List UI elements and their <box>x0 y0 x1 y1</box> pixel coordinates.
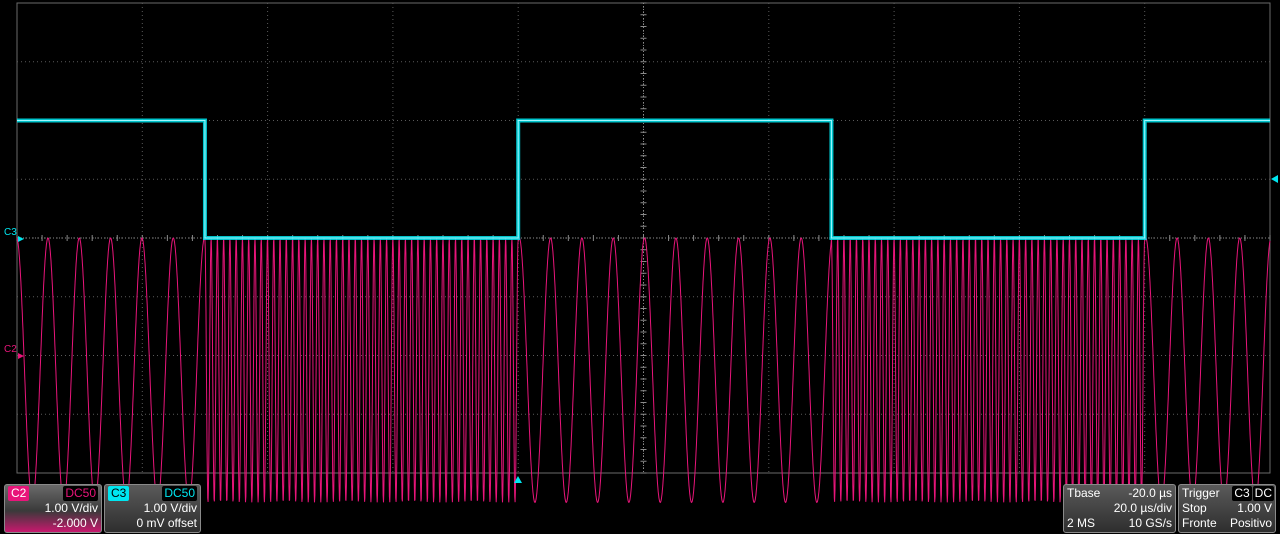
timebase-delay: -20.0 µs <box>1128 486 1172 500</box>
c2-scale: 1.00 V/div <box>44 501 98 515</box>
trigger-level-marker[interactable] <box>1271 175 1278 183</box>
timebase-rate: 10 GS/s <box>1128 516 1172 530</box>
c3-offset: 0 mV offset <box>136 516 197 530</box>
oscilloscope-display <box>16 2 1278 504</box>
trigger-mode: Stop <box>1182 501 1207 515</box>
c2-channel-box[interactable]: C2 DC50 1.00 V/div -2.000 V <box>4 484 102 533</box>
timebase-points: 2 MS <box>1067 516 1096 530</box>
timebase-label: Tbase <box>1067 486 1101 500</box>
trigger-box[interactable]: Trigger C3 DC Stop 1.00 V Fronte Positivo <box>1178 484 1276 533</box>
trigger-coupling: DC <box>1252 486 1274 501</box>
c2-coupling: DC50 <box>63 486 98 501</box>
c2-channel-tag: C2 <box>8 486 30 501</box>
c2-ground-marker[interactable] <box>18 353 24 359</box>
timebase-box[interactable]: Tbase -20.0 µs 20.0 µs/div 2 MS 10 GS/s <box>1063 484 1176 533</box>
c3-channel-box[interactable]: C3 DC50 1.00 V/div 0 mV offset <box>104 484 201 533</box>
trigger-slope: Positivo <box>1229 516 1272 530</box>
c3-channel-tag: C3 <box>108 486 130 501</box>
c2-offset: -2.000 V <box>52 516 98 530</box>
c3-coupling: DC50 <box>162 486 197 501</box>
c2-trace-label: C2 <box>4 344 17 355</box>
trigger-label: Trigger <box>1182 486 1220 500</box>
trigger-type: Fronte <box>1182 516 1217 530</box>
trigger-level: 1.00 V <box>1237 501 1272 515</box>
c3-scale: 1.00 V/div <box>143 501 197 515</box>
trigger-source: C3 <box>1232 486 1252 501</box>
c3-ground-marker[interactable] <box>18 236 24 242</box>
c3-trace-label: C3 <box>4 227 17 238</box>
timebase-scale: 20.0 µs/div <box>1113 501 1172 515</box>
